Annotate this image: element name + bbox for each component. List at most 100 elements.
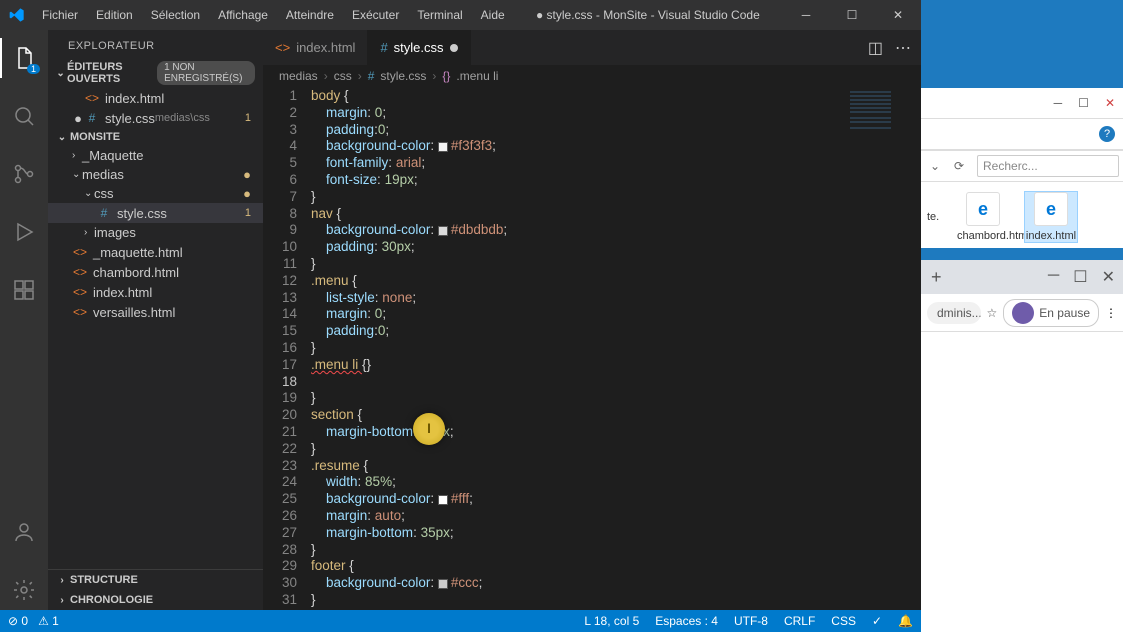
color-swatch-icon xyxy=(438,142,448,152)
file-item[interactable]: <>chambord.html xyxy=(48,262,263,282)
folder-item[interactable]: ⌄css● xyxy=(48,184,263,203)
edge-file-icon: e xyxy=(966,192,1000,226)
chevron-right-icon: › xyxy=(56,575,68,586)
editor-area: <>index.html#style.css ◫ ⋯ medias›css›#s… xyxy=(263,30,921,610)
menu-terminal[interactable]: Terminal xyxy=(409,4,470,26)
address-dropdown-icon[interactable]: ⌄ xyxy=(925,156,945,176)
run-debug-icon[interactable] xyxy=(0,212,48,252)
minimize-button[interactable]: ─ xyxy=(1054,96,1063,110)
edge-file-icon: e xyxy=(1034,192,1068,226)
menu-aide[interactable]: Aide xyxy=(473,4,513,26)
menu-sélection[interactable]: Sélection xyxy=(143,4,208,26)
menu-fichier[interactable]: Fichier xyxy=(34,4,86,26)
html-file-icon: <> xyxy=(84,90,100,106)
file-item[interactable]: <>versailles.html xyxy=(48,302,263,322)
tab-style-css[interactable]: #style.css xyxy=(368,30,470,65)
css-file-icon: # xyxy=(368,69,375,83)
modified-dot-icon: ● xyxy=(243,167,251,182)
menu-affichage[interactable]: Affichage xyxy=(210,4,276,26)
refresh-icon[interactable]: ⟳ xyxy=(949,156,969,176)
breadcrumb-item[interactable]: .menu li xyxy=(456,69,498,83)
file-item[interactable]: #style.css1 xyxy=(48,203,263,223)
explorer-icon[interactable]: 1 xyxy=(0,38,48,78)
folder-item[interactable]: ⌄medias● xyxy=(48,165,263,184)
folder-item[interactable]: ›images xyxy=(48,223,263,242)
close-button[interactable]: ✕ xyxy=(875,0,921,30)
project-section[interactable]: ⌄ MONSITE xyxy=(48,128,263,146)
folder-item[interactable]: ›_Maquette xyxy=(48,146,263,165)
chevron-down-icon: ⌄ xyxy=(56,132,68,143)
maximize-button[interactable]: ☐ xyxy=(1078,96,1089,110)
more-icon[interactable]: ⋯ xyxy=(895,38,911,58)
search-icon[interactable] xyxy=(0,96,48,136)
breadcrumb-item[interactable]: style.css xyxy=(380,69,426,83)
cursor-indicator-icon: I xyxy=(413,413,445,445)
timeline-section[interactable]: ›CHRONOLOGIE xyxy=(48,590,263,610)
chevron-icon: › xyxy=(84,227,94,238)
status-item[interactable]: UTF-8 xyxy=(734,614,768,628)
open-editor-item[interactable]: <>index.html xyxy=(48,88,263,108)
modified-dot-icon: ● xyxy=(243,186,251,201)
minimize-button[interactable]: ─ xyxy=(1048,267,1059,287)
rule-icon: {} xyxy=(442,69,450,83)
status-item[interactable]: ⊘ 0 xyxy=(8,614,28,628)
open-editor-item[interactable]: ●#style.css medias\css1 xyxy=(48,108,263,128)
file-item[interactable]: eindex.html xyxy=(1025,192,1077,242)
minimap[interactable] xyxy=(841,87,921,607)
tab-index-html[interactable]: <>index.html xyxy=(263,30,368,65)
menu-edition[interactable]: Edition xyxy=(88,4,141,26)
maximize-button[interactable]: ☐ xyxy=(829,0,875,30)
open-editors-section[interactable]: ⌄ ÉDITEURS OUVERTS 1 NON ENREGISTRÉ(S) xyxy=(48,58,263,88)
address-bar[interactable]: dminis... xyxy=(927,302,981,324)
vscode-logo-icon xyxy=(0,7,34,23)
color-swatch-icon xyxy=(438,579,448,589)
status-item[interactable]: CSS xyxy=(831,614,856,628)
outline-section[interactable]: ›STRUCTURE xyxy=(48,570,263,590)
search-input[interactable]: Recherc... xyxy=(977,155,1119,177)
file-item[interactable]: echambord.html xyxy=(957,192,1009,242)
chevron-icon: › xyxy=(72,150,82,161)
file-item[interactable]: te. xyxy=(927,211,941,223)
close-button[interactable]: ✕ xyxy=(1102,267,1115,287)
menu-atteindre[interactable]: Atteindre xyxy=(278,4,342,26)
accounts-icon[interactable] xyxy=(0,512,48,552)
color-swatch-icon xyxy=(438,495,448,505)
color-swatch-icon xyxy=(438,226,448,236)
status-item[interactable]: ⚠ 1 xyxy=(38,614,59,628)
help-icon[interactable]: ? xyxy=(1099,126,1115,142)
file-item[interactable]: <>_maquette.html xyxy=(48,242,263,262)
menu-dots-icon[interactable]: ⋮ xyxy=(1105,306,1117,320)
profile-pause-chip[interactable]: En pause xyxy=(1003,299,1099,327)
windows-activation-watermark: Activer Windows xyxy=(1000,608,1103,624)
dirty-dot-icon xyxy=(450,44,458,52)
close-button[interactable]: ✕ xyxy=(1105,96,1115,110)
menu-exécuter[interactable]: Exécuter xyxy=(344,4,407,26)
minimize-button[interactable]: ─ xyxy=(783,0,829,30)
code-editor[interactable]: 1234567891011121314151617181920212223242… xyxy=(263,87,921,610)
maximize-button[interactable]: ☐ xyxy=(1073,267,1087,287)
status-item[interactable]: Espaces : 4 xyxy=(655,614,718,628)
extensions-icon[interactable] xyxy=(0,270,48,310)
status-item[interactable]: 🔔 xyxy=(898,614,913,628)
html-file-icon: <> xyxy=(275,40,290,55)
titlebar: FichierEditionSélectionAffichageAtteindr… xyxy=(0,0,921,30)
css-file-icon: # xyxy=(380,40,387,55)
split-editor-icon[interactable]: ◫ xyxy=(868,38,883,58)
breadcrumb-item[interactable]: css xyxy=(334,69,352,83)
new-tab-button[interactable]: + xyxy=(931,267,942,288)
settings-gear-icon[interactable] xyxy=(0,570,48,610)
breadcrumb-item[interactable]: medias xyxy=(279,69,318,83)
editor-tabs: <>index.html#style.css ◫ ⋯ xyxy=(263,30,921,65)
app-menubar: FichierEditionSélectionAffichageAtteindr… xyxy=(34,4,513,26)
status-item[interactable]: CRLF xyxy=(784,614,815,628)
html-file-icon: <> xyxy=(72,264,88,280)
status-item[interactable]: ✓ xyxy=(872,614,882,628)
status-item[interactable]: L 18, col 5 xyxy=(584,614,639,628)
window-title: ● style.css - MonSite - Visual Studio Co… xyxy=(513,8,783,22)
breadcrumb[interactable]: medias›css›#style.css›{}.menu li xyxy=(263,65,921,87)
source-control-icon[interactable] xyxy=(0,154,48,194)
file-item[interactable]: <>index.html xyxy=(48,282,263,302)
bookmark-star-icon[interactable]: ☆ xyxy=(987,306,998,320)
browser-window: + ─ ☐ ✕ dminis... ☆ En pause ⋮ xyxy=(921,260,1123,632)
chevron-icon: ⌄ xyxy=(84,188,94,199)
